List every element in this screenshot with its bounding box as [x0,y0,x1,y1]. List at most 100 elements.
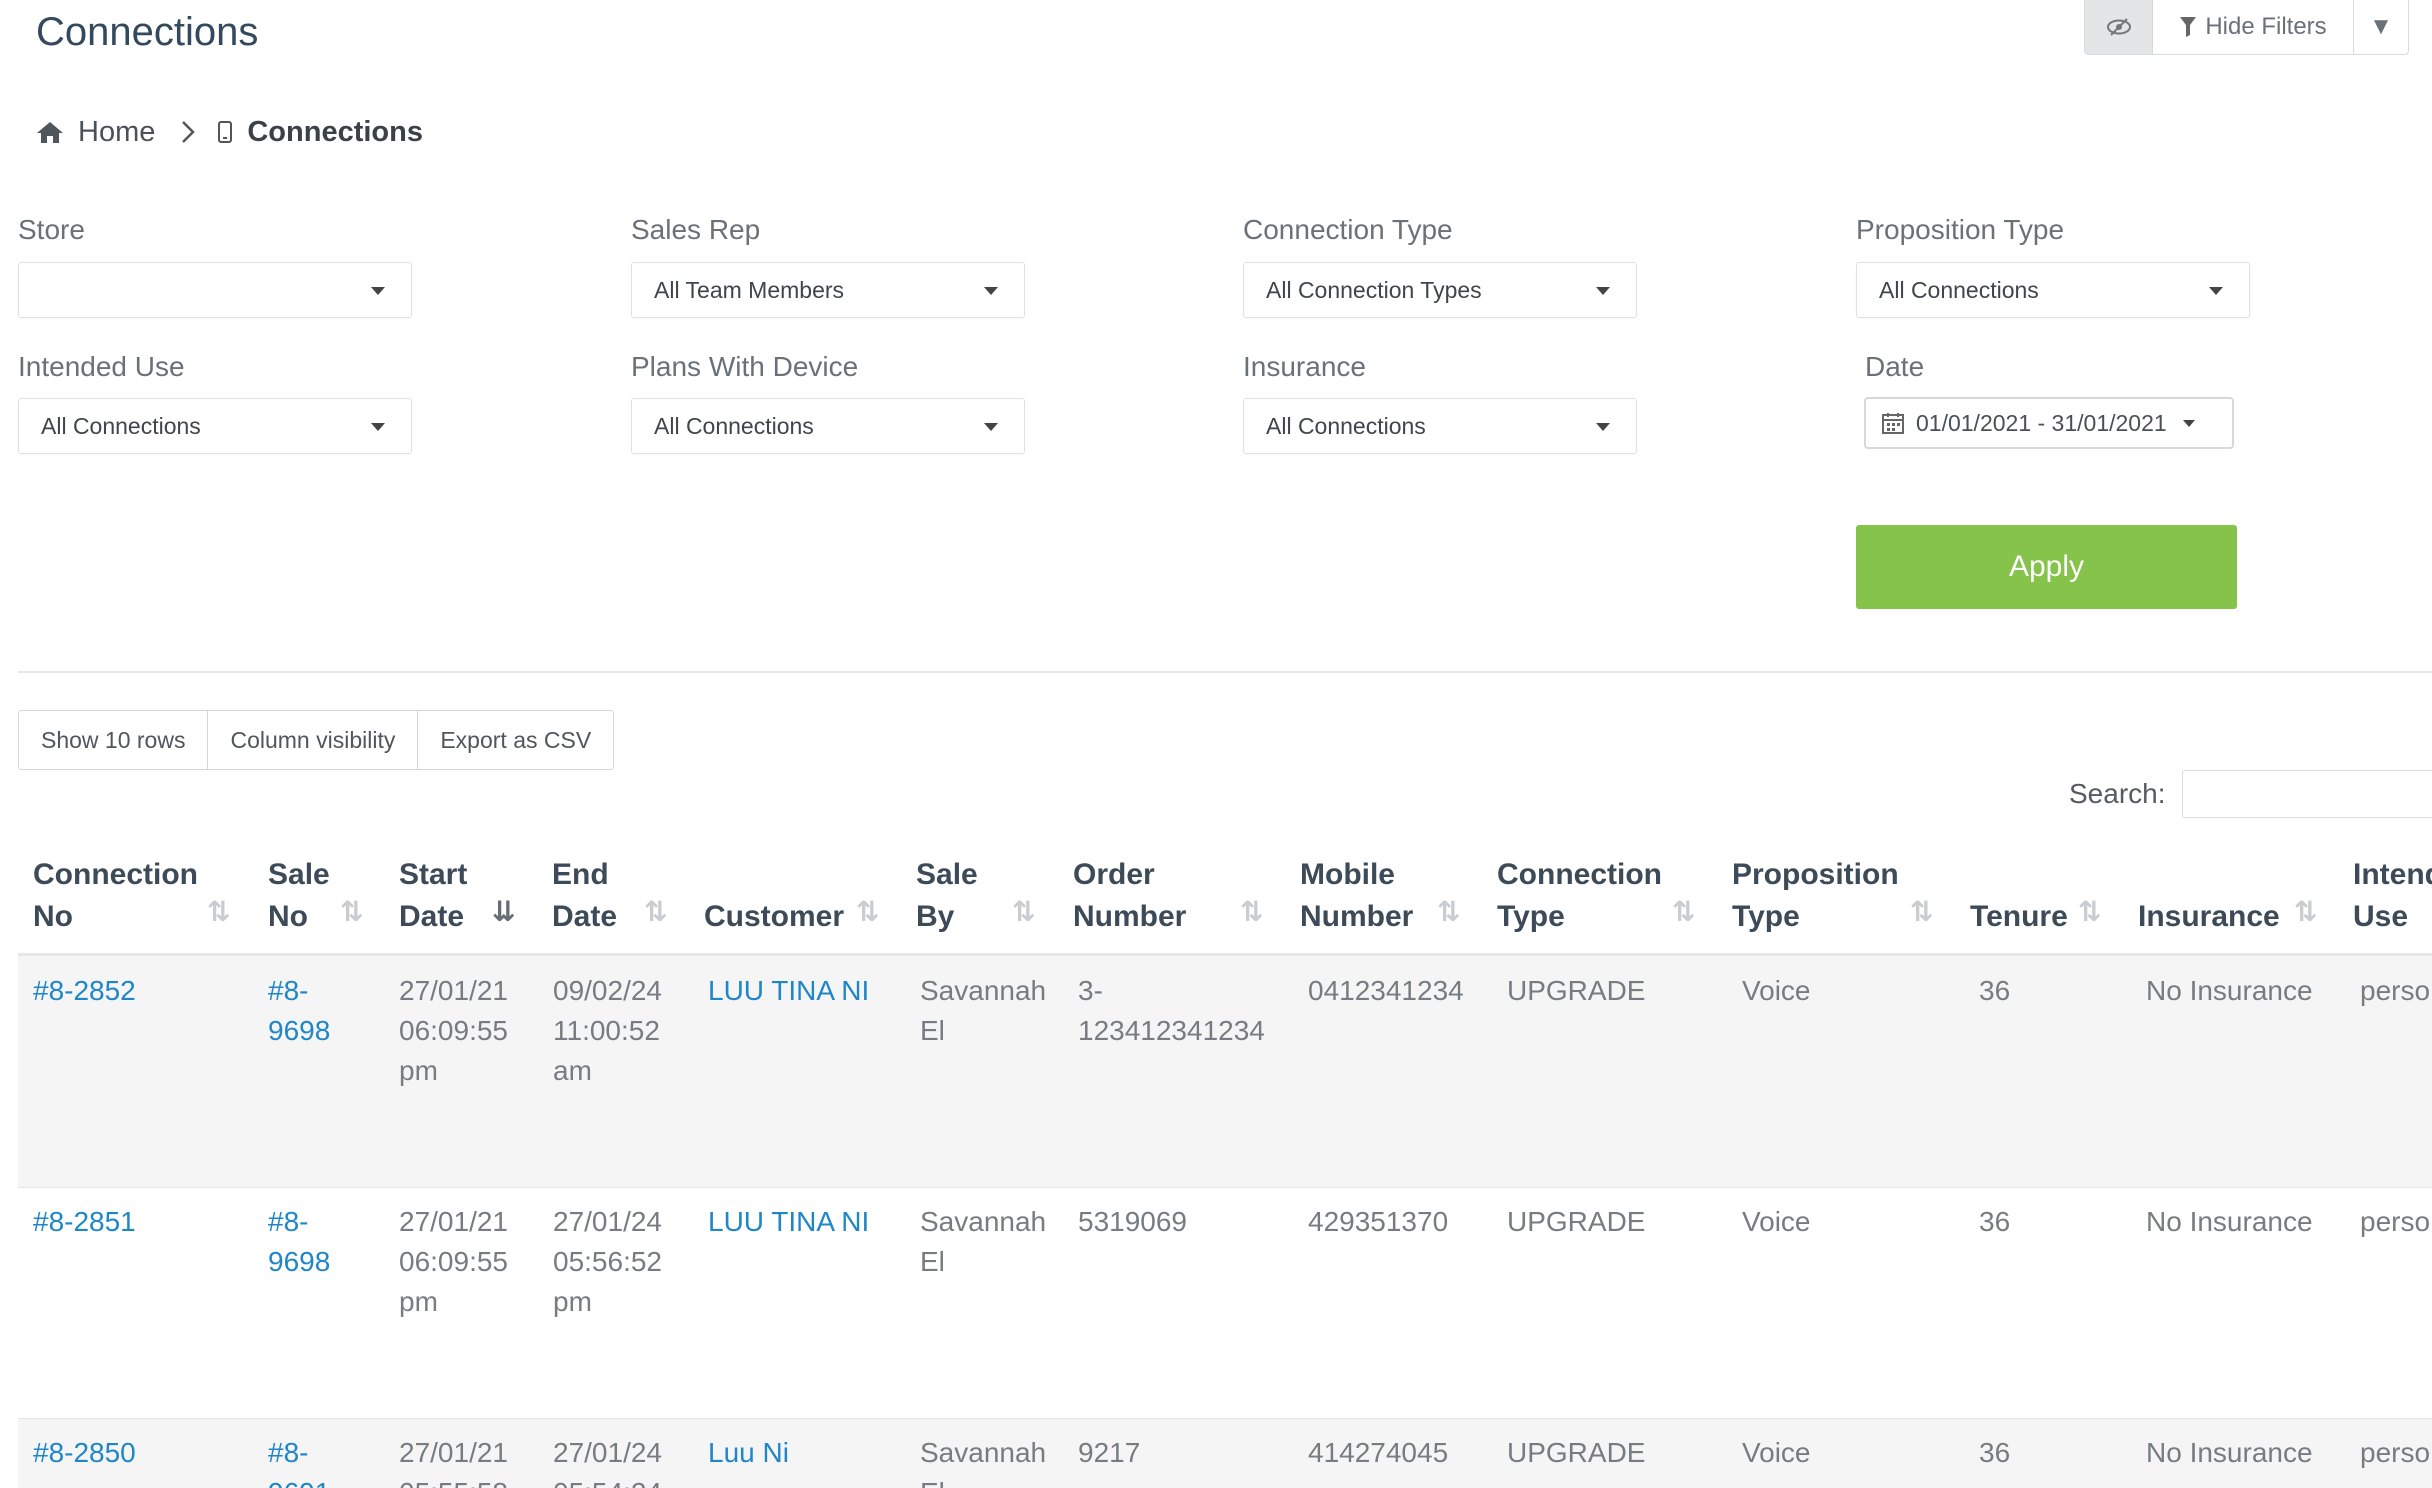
proposition-type-cell: Voice [1742,1437,1811,1468]
sales-rep-filter-label: Sales Rep [631,214,761,245]
home-icon [36,120,64,144]
connection-no-link[interactable]: #8-2851 [33,1202,136,1242]
column-header-intended-use[interactable]: IntendedUse [2353,854,2432,938]
caret-down-icon [2182,419,2195,427]
insurance-select-value: All Connections [1266,412,1426,439]
section-divider [18,671,2432,673]
tenure-cell: 36 [1979,1206,2011,1237]
connection-no-link[interactable]: #8-2850 [33,1433,136,1473]
date-filter-label: Date [1865,351,1925,382]
connection-no-link[interactable]: #8-2852 [33,971,136,1011]
proposition-type-select[interactable]: All Connections [1856,262,2250,318]
store-select[interactable] [18,262,412,318]
hide-filters-label: Hide Filters [2205,13,2327,40]
connection-type-select[interactable]: All Connection Types [1243,262,1637,318]
sort-icon[interactable]: ⇅ [1910,895,1933,928]
column-header-proposition-type[interactable]: Proposition Type [1732,854,1899,938]
order-number-cell: 9217 [1078,1437,1141,1468]
mobile-number-cell: 429351370 [1308,1206,1449,1237]
search-input[interactable] [2182,770,2432,818]
connection-type-select-value: All Connection Types [1266,276,1482,303]
column-header-order-number[interactable]: Order Number [1073,854,1186,938]
filter-icon [2180,17,2197,37]
sort-icon[interactable]: ⇅ [340,895,363,928]
store-filter-label: Store [18,214,85,245]
sale-by-cell: SavannahEl [920,1206,1047,1277]
insurance-cell: No Insurance [2146,1437,2313,1468]
insurance-cell: No Insurance [2146,1206,2313,1237]
breadcrumb-home-link[interactable]: Home [78,116,155,149]
search-label: Search: [2069,778,2166,809]
show-rows-button[interactable]: Show 10 rows [19,711,209,769]
plans-with-device-select[interactable]: All Connections [631,398,1025,454]
sort-icon[interactable]: ⇅ [644,895,667,928]
end-date-cell: 27/01/2405:54:24 [553,1437,662,1488]
insurance-select[interactable]: All Connections [1243,398,1637,454]
column-visibility-button[interactable]: Column visibility [208,711,419,769]
customer-link[interactable]: LUU TINA NI [708,1202,869,1242]
hide-filters-button[interactable]: Hide Filters [2153,0,2354,54]
customer-link[interactable]: LUU TINA NI [708,971,869,1011]
sale-no-link[interactable]: #8- 9698 [268,971,330,1051]
page-title: Connections [36,10,259,54]
eye-slash-icon [2106,18,2131,36]
end-date-cell: 27/01/24 05:56:52 pm [553,1206,662,1317]
plans-with-device-select-value: All Connections [654,412,814,439]
sale-no-link[interactable]: #8-9691 [268,1433,330,1488]
sort-icon[interactable]: ⇅ [2294,895,2317,928]
start-date-cell: 27/01/21 06:09:55 pm [399,975,508,1086]
sale-by-cell: SavannahEl [920,1437,1047,1488]
caret-down-icon: ▼ [2369,13,2393,40]
column-header-sale-no[interactable]: Sale No [268,854,330,938]
sale-no-link[interactable]: #8- 9698 [268,1202,330,1282]
table-row [18,1188,2432,1418]
column-header-start-date[interactable]: Start Date [399,854,467,938]
proposition-type-select-value: All Connections [1879,276,2039,303]
start-date-cell: 27/01/21 06:09:55 pm [399,1206,508,1317]
intended-use-filter-label: Intended Use [18,351,185,382]
table-row-clip: #8-2850 #8-9691 27/01/2105:55:58 27/01/2… [0,1419,2432,1488]
chevron-right-icon [181,120,196,144]
column-header-connection-no[interactable]: Connection No [33,854,198,938]
end-date-cell: 09/02/24 11:00:52 am [553,975,662,1086]
sort-icon[interactable]: ⇅ [1672,895,1695,928]
sort-icon[interactable]: ⇅ [1240,895,1263,928]
tenure-cell: 36 [1979,975,2011,1006]
column-header-end-date[interactable]: End Date [552,854,617,938]
proposition-type-filter-label: Proposition Type [1856,214,2065,245]
sales-rep-select[interactable]: All Team Members [631,262,1025,318]
date-range-value: 01/01/2021 - 31/01/2021 [1916,409,2167,436]
sort-icon[interactable]: ⇅ [207,895,230,928]
sort-icon[interactable]: ⇅ [856,895,879,928]
column-header-insurance[interactable]: Insurance [2138,854,2280,938]
proposition-type-cell: Voice [1742,1206,1811,1237]
intended-use-select[interactable]: All Connections [18,398,412,454]
sort-icon[interactable]: ⇅ [1012,895,1035,928]
caret-down-icon [371,423,385,431]
column-header-customer[interactable]: Customer [704,854,844,938]
calendar-icon [1882,413,1904,434]
sale-by-cell: SavannahEl [920,975,1047,1046]
connection-type-cell: UPGRADE [1507,1206,1646,1237]
connection-type-cell: UPGRADE [1507,975,1646,1006]
export-csv-button[interactable]: Export as CSV [418,711,613,769]
apply-button[interactable]: Apply [1856,525,2237,609]
toggle-visibility-button[interactable] [2085,0,2153,54]
column-header-tenure[interactable]: Tenure [1970,854,2068,938]
column-header-sale-by[interactable]: Sale By [916,854,978,938]
column-header-mobile-number[interactable]: Mobile Number [1300,854,1413,938]
column-header-connection-type[interactable]: Connection Type [1497,854,1662,938]
connection-type-filter-label: Connection Type [1243,214,1453,245]
sort-descending-icon[interactable]: ⇊ [492,895,515,928]
connection-type-cell: UPGRADE [1507,1437,1646,1468]
mobile-number-cell: 414274045 [1308,1437,1449,1468]
sort-icon[interactable]: ⇅ [2078,895,2101,928]
breadcrumb: Home Connections [36,112,423,152]
caret-down-icon [984,423,998,431]
customer-link[interactable]: Luu Ni [708,1433,789,1473]
intended-use-cell: perso [2360,975,2431,1006]
tenure-cell: 36 [1979,1437,2011,1468]
more-options-button[interactable]: ▼ [2354,0,2408,54]
date-range-picker[interactable]: 01/01/2021 - 31/01/2021 [1864,397,2234,449]
sort-icon[interactable]: ⇅ [1437,895,1460,928]
